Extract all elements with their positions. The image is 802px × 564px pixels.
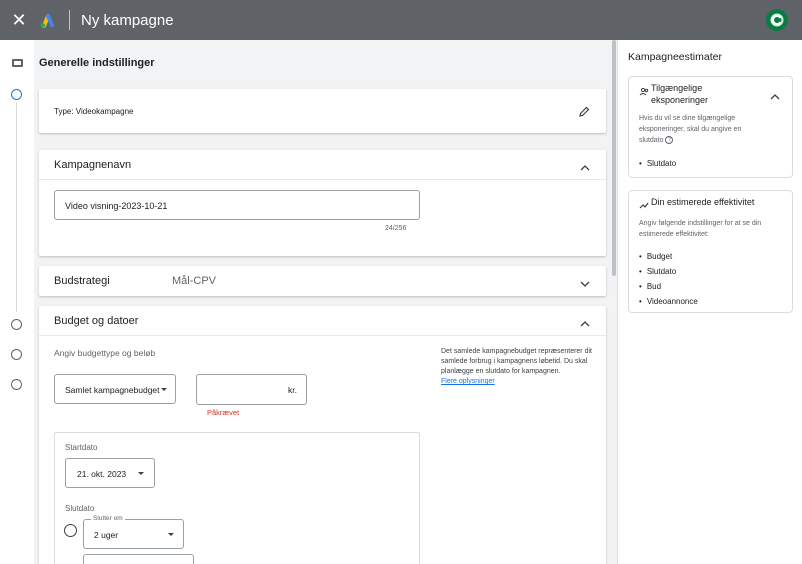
dropdown-caret-icon — [161, 388, 167, 391]
step-4[interactable] — [11, 379, 22, 390]
end-date-label: Slutdato — [65, 504, 95, 513]
chevron-down-icon[interactable] — [580, 276, 590, 287]
budget-amount-input[interactable]: kr. — [196, 374, 307, 405]
divider — [39, 335, 606, 336]
budget-type-select[interactable]: Samlet kampagnebudget — [54, 374, 176, 404]
step-rail — [0, 40, 34, 564]
campaign-type-label: Type: Videokampagne — [54, 107, 134, 116]
dropdown-caret-icon — [138, 472, 144, 475]
budget-dates-card: Budget og datoer Angiv budgettype og bel… — [39, 306, 606, 564]
list-item: Slutdato — [639, 264, 698, 279]
list-item: Bud — [639, 279, 698, 294]
main-content: Generelle indstillinger Type: Videokampa… — [34, 40, 610, 564]
date-settings-box: Startdato 21. okt. 2023 Slutdato Slutter… — [54, 432, 420, 564]
title-separator — [69, 10, 70, 30]
ends-in-value: 2 uger — [94, 530, 119, 540]
google-ads-logo — [38, 11, 56, 29]
campaign-name-card: Kampagnenavn Video visning-2023-10-21 24… — [39, 150, 606, 256]
budget-help: Det samlede kampagnebudget repræsenterer… — [441, 347, 593, 387]
page-title: Ny kampagne — [81, 11, 174, 29]
ends-in-select[interactable]: Slutter om 2 uger — [83, 515, 184, 549]
list-item: Videoannonce — [639, 294, 698, 309]
help-icon[interactable]: ? — [665, 136, 674, 145]
ends-in-label: Slutter om — [91, 515, 125, 522]
exposures-title: Tilgængelige eksponeringer — [651, 83, 709, 105]
list-item: Budget — [639, 249, 698, 264]
performance-title: Din estimerede effektivitet — [651, 197, 755, 207]
chevron-up-icon[interactable] — [580, 316, 590, 327]
chevron-up-icon[interactable] — [580, 160, 590, 171]
dropdown-caret-icon — [168, 533, 174, 536]
step-general-settings[interactable] — [11, 89, 22, 100]
campaign-name-value: Video visning-2023-10-21 — [65, 201, 168, 211]
trending-up-icon — [639, 197, 649, 209]
exposures-panel: Tilgængelige eksponeringer Hvis du vil s… — [628, 76, 793, 178]
budget-type-value: Samlet kampagnebudget — [65, 385, 160, 395]
divider — [39, 179, 606, 180]
ends-in-radio[interactable] — [64, 524, 77, 537]
list-item: Slutdato — [639, 156, 676, 171]
type-card: Type: Videokampagne — [39, 89, 606, 133]
video-camera-icon — [12, 59, 23, 67]
account-avatar[interactable] — [766, 9, 788, 31]
chevron-up-icon[interactable] — [770, 89, 780, 100]
bid-strategy-value: Mål-CPV — [172, 275, 217, 287]
campaign-name-input[interactable]: Video visning-2023-10-21 — [54, 190, 420, 220]
step-3[interactable] — [11, 349, 22, 360]
budget-dates-header: Budget og datoer — [54, 315, 139, 327]
char-counter: 24/256 — [385, 225, 407, 232]
exposures-desc: Hvis du vil se dine tilgængelige ekspone… — [639, 113, 759, 146]
step-connector — [16, 102, 17, 312]
budget-prompt: Angiv budgettype og beløb — [54, 348, 156, 358]
start-date-label: Startdato — [65, 443, 98, 452]
performance-list: Budget Slutdato Bud Videoannonce — [639, 249, 698, 309]
exposures-desc-text: Hvis du vil se dine tilgængelige ekspone… — [639, 115, 742, 144]
currency-suffix: kr. — [288, 385, 297, 395]
top-bar: ✕ Ny kampagne — [0, 0, 802, 40]
performance-desc: Angiv følgende indstillinger for at se d… — [639, 220, 762, 238]
step-2[interactable] — [11, 319, 22, 330]
campaign-name-header: Kampagnenavn — [54, 159, 132, 171]
required-error: Påkrævet — [207, 408, 240, 417]
estimates-panel: Kampagneestimater Tilgængelige eksponeri… — [617, 40, 802, 564]
scrollbar-thumb[interactable] — [612, 40, 616, 276]
performance-panel: Din estimerede effektivitet Angiv følgen… — [628, 190, 793, 313]
bid-strategy-header: Budstrategi — [54, 275, 110, 287]
section-title: Generelle indstillinger — [39, 57, 155, 69]
exposures-list: Slutdato — [639, 156, 676, 171]
people-icon — [639, 84, 649, 96]
bid-strategy-card[interactable]: Budstrategi Mål-CPV — [39, 266, 606, 296]
start-date-select[interactable]: 21. okt. 2023 — [65, 458, 155, 488]
start-date-value: 21. okt. 2023 — [77, 469, 127, 479]
pencil-icon[interactable] — [578, 105, 590, 117]
close-icon[interactable]: ✕ — [0, 0, 38, 40]
estimates-title: Kampagneestimater — [628, 51, 722, 63]
budget-help-text: Det samlede kampagnebudget repræsenterer… — [441, 348, 592, 375]
more-info-link[interactable]: Flere oplysninger — [441, 378, 495, 385]
end-date-input[interactable] — [83, 554, 194, 564]
